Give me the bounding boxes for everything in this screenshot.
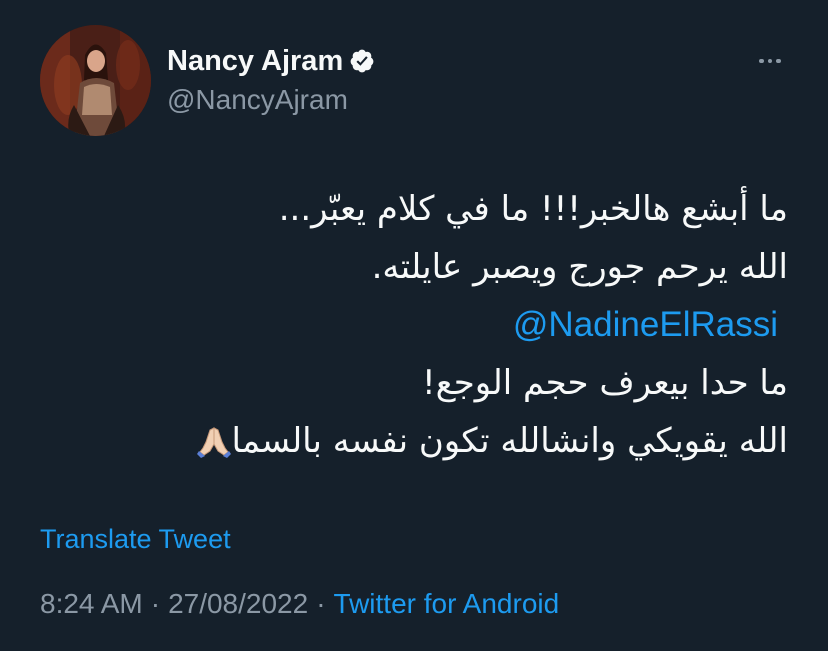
tweet-time[interactable]: 8:24 AM [40,588,143,619]
tweet-line-1: ما أبشع هالخبر!!! ما في كلام يعبّر... [278,189,788,229]
folded-hands-icon [197,418,232,476]
meta-separator: · [150,588,161,619]
author-name[interactable]: Nancy Ajram [167,45,343,78]
translate-tweet-link[interactable]: Translate Tweet [40,524,231,555]
tweet-line-4: ما حدا بيعرف حجم الوجع! [422,363,788,403]
more-horizontal-icon-dot [767,58,773,64]
mention-link[interactable]: @NadineElRassi [28,296,788,354]
author-name-row[interactable]: Nancy Ajram [167,42,375,80]
tweet-metadata: 8:24 AM · 27/08/2022 · Twitter for Android [40,588,559,620]
tweet-text: ما أبشع هالخبر!!! ما في كلام يعبّر... ال… [28,180,788,476]
meta-separator: · [316,588,326,619]
tweet-line-5: الله يقويكي وانشالله تكون نفسه بالسما [231,421,788,461]
tweet-line-5-wrap: الله يقويكي وانشالله تكون نفسه بالسما [28,412,788,476]
more-options-button[interactable] [752,50,788,72]
author-handle[interactable]: @NancyAjram [167,84,348,116]
avatar-photo [40,25,151,136]
more-horizontal-icon [759,58,764,64]
verified-badge-icon [350,49,374,73]
more-horizontal-icon-dot [776,58,781,64]
tweet-date[interactable]: 27/08/2022 [168,588,308,619]
avatar[interactable] [40,25,151,136]
tweet-line-2: الله يرحم جورج ويصبر عايلته. [371,247,788,287]
tweet-source-link[interactable]: Twitter for Android [334,588,560,619]
